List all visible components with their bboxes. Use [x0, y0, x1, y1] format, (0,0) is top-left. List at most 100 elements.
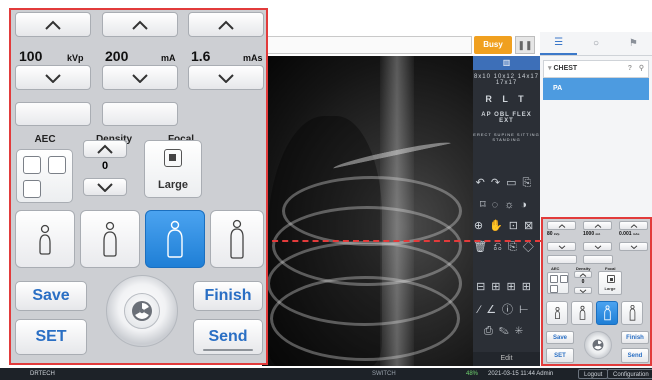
set-button[interactable]: SET: [15, 319, 87, 355]
ma-down-button[interactable]: [102, 65, 178, 90]
mini-kvp-up-button[interactable]: [547, 221, 576, 230]
brand-label: DRTECH: [30, 371, 55, 377]
logout-button[interactable]: Logout: [578, 369, 609, 379]
chevron-up-icon: [594, 223, 601, 228]
person-icon: [230, 219, 244, 259]
mini-set-button[interactable]: SET: [546, 348, 574, 363]
aec-field-left[interactable]: [23, 156, 41, 174]
view-item-pa[interactable]: PA: [543, 78, 649, 100]
mini-save-button[interactable]: Save: [546, 331, 574, 344]
kvp-up-button[interactable]: [15, 12, 91, 37]
mini-patient-size-large[interactable]: [621, 301, 643, 325]
edit-button[interactable]: Edit: [473, 352, 540, 366]
mas-up-button[interactable]: [188, 12, 264, 37]
list-icon: ☰: [554, 37, 564, 48]
switch-label: SWITCH: [372, 371, 396, 377]
pause-button[interactable]: ❚❚: [515, 36, 535, 54]
chevron-up-icon: [579, 272, 587, 277]
expose-button[interactable]: [106, 275, 178, 347]
tool-icons-2[interactable]: ⌑◌☼◑: [473, 194, 540, 215]
person-icon: [103, 221, 117, 257]
person-icon: [554, 307, 560, 319]
aec-field-right[interactable]: [48, 156, 66, 174]
position-row[interactable]: ERECT SUPINE SITTING STANDING: [473, 128, 540, 146]
person-icon: [629, 305, 635, 321]
circle-icon: ○: [592, 38, 600, 49]
pin-icon[interactable]: ⚲: [639, 61, 644, 77]
list-tab[interactable]: ☰: [540, 32, 578, 55]
tool-icons-3[interactable]: ⊕✋⊡⊠: [473, 215, 540, 236]
radiation-icon: [132, 301, 152, 321]
help-icon[interactable]: ?: [628, 61, 632, 77]
mini-patient-size-medium[interactable]: [596, 301, 618, 325]
blank-button-2[interactable]: [102, 102, 178, 126]
chevron-up-icon: [218, 20, 234, 30]
ma-up-button[interactable]: [102, 12, 178, 37]
chevron-down-icon: [558, 244, 565, 249]
mini-finish-button[interactable]: Finish: [621, 331, 649, 344]
flag-tab[interactable]: ⚑: [615, 32, 652, 55]
mini-patient-size-xsmall[interactable]: [546, 301, 568, 325]
tool-icons-7[interactable]: ⎙✎✳: [473, 321, 540, 342]
patient-size-medium-button[interactable]: [145, 210, 205, 268]
mini-blank-button-2[interactable]: [583, 255, 613, 264]
mini-ma-value: 1000 mA: [583, 231, 601, 237]
mini-density-up-button[interactable]: [574, 271, 592, 278]
right-tabs: ☰ ○ ⚑: [540, 32, 652, 56]
tool-icons-1[interactable]: ↶↷▭⎘: [473, 146, 540, 194]
kvp-down-button[interactable]: [15, 65, 91, 90]
mini-exposure-panel: 80 kVp 1000 mA 0.001 mAs AEC Density Foc…: [541, 217, 652, 366]
configuration-button[interactable]: Configuration: [607, 369, 652, 379]
mini-expose-button[interactable]: [584, 331, 612, 359]
grid-layout-icon[interactable]: ▥: [473, 56, 540, 70]
mini-patient-size-small[interactable]: [571, 301, 593, 325]
aec-selector[interactable]: [16, 149, 73, 203]
density-up-button[interactable]: [83, 140, 127, 158]
patient-size-large-button[interactable]: [210, 210, 264, 268]
tool-icons-6[interactable]: ∕∠ⓘ⊢: [473, 297, 540, 321]
focal-button[interactable]: Large: [144, 140, 202, 198]
mini-mas-down-button[interactable]: [619, 242, 648, 251]
focal-value: Large: [158, 179, 188, 191]
chevron-down-icon: [579, 288, 587, 293]
size-row[interactable]: 8x10 10x12 14x17 17x17: [473, 70, 540, 90]
chevron-up-icon: [97, 144, 113, 154]
focal-icon: [607, 275, 615, 283]
circle-tab[interactable]: ○: [577, 32, 614, 55]
body-part-header[interactable]: ▾ CHEST ? ⚲: [543, 60, 649, 78]
mini-mas-value: 0.001 mAs: [619, 231, 640, 237]
finish-button[interactable]: Finish: [193, 281, 263, 311]
mini-send-button[interactable]: Send: [621, 348, 649, 363]
xray-image-viewer[interactable]: [262, 56, 473, 366]
marker-row[interactable]: R L T: [473, 90, 540, 108]
mini-blank-button-1[interactable]: [547, 255, 577, 264]
mini-ma-up-button[interactable]: [583, 221, 612, 230]
focal-icon: [164, 149, 182, 167]
mas-down-button[interactable]: [188, 65, 264, 90]
radiation-icon: [592, 339, 604, 351]
mini-ma-down-button[interactable]: [583, 242, 612, 251]
busy-button[interactable]: Busy: [474, 36, 512, 54]
view-row[interactable]: AP OBL FLEX EXT: [473, 108, 540, 128]
mini-aec-selector[interactable]: [547, 272, 569, 294]
aec-field-center[interactable]: [23, 180, 41, 198]
send-progress-bar: [203, 349, 253, 351]
address-bar: [262, 36, 472, 54]
chevron-down-icon: [594, 244, 601, 249]
patient-size-xsmall-button[interactable]: [15, 210, 75, 268]
mini-focal-button[interactable]: Large: [598, 271, 622, 295]
battery-label: 48%: [466, 371, 479, 377]
mini-mas-up-button[interactable]: [619, 221, 648, 230]
save-button[interactable]: Save: [15, 281, 87, 311]
patient-size-small-button[interactable]: [80, 210, 140, 268]
chevron-up-icon: [630, 223, 637, 228]
chevron-down-icon: [45, 73, 61, 83]
density-down-button[interactable]: [83, 178, 127, 196]
blank-button-1[interactable]: [15, 102, 91, 126]
mini-kvp-down-button[interactable]: [547, 242, 576, 251]
pause-icon: ❚❚: [517, 40, 533, 50]
mini-density-down-button[interactable]: [574, 287, 592, 294]
mini-focal-value: Large: [604, 286, 616, 291]
datetime-label: 2021-03-15 11:44 Admin: [488, 371, 554, 377]
tool-icons-5[interactable]: ⊟⊞⊞⊞: [473, 258, 540, 297]
